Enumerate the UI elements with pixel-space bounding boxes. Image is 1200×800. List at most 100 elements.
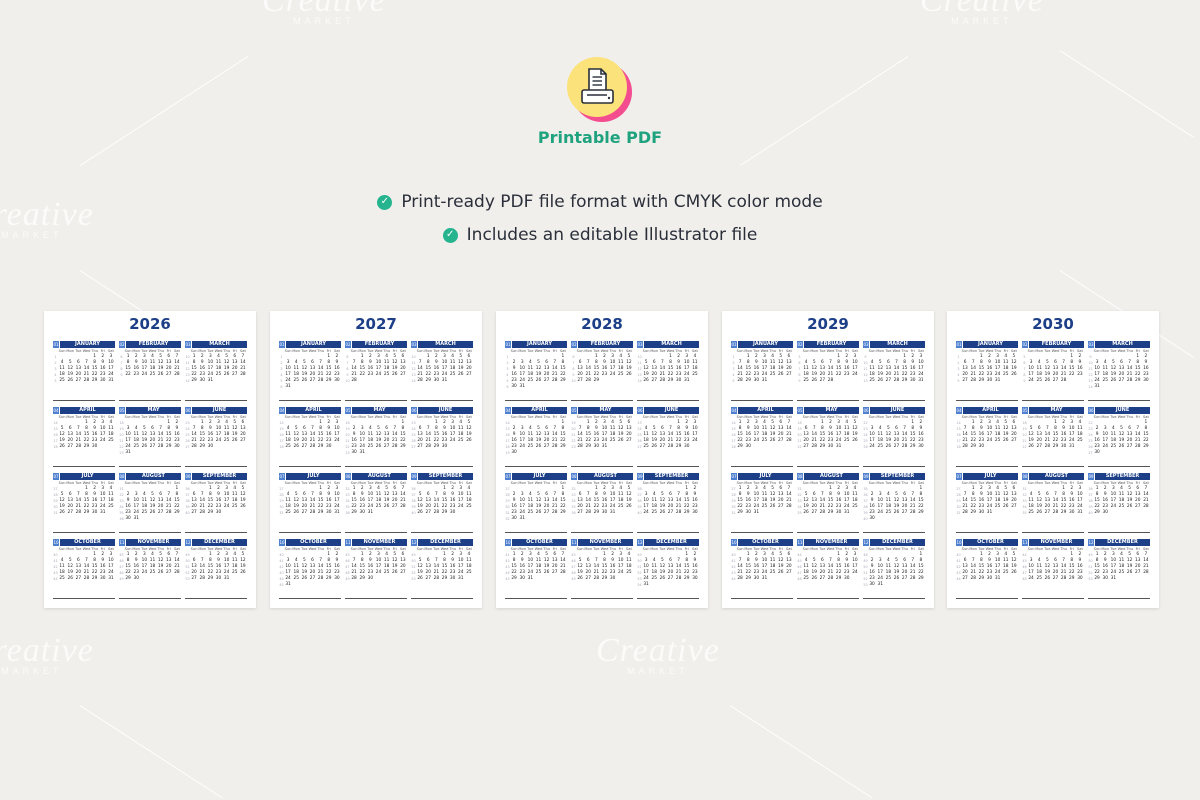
month-name: APRIL: [738, 407, 793, 414]
month-number: 05: [797, 407, 803, 414]
day-cell: [165, 516, 173, 522]
day-cell: [391, 576, 399, 582]
month-number: 11: [797, 539, 803, 546]
day-grid: 44 1 2 3 45 4 5 6 7 8 9 10 46 11 12 13 14 15 16 17 47 18 19 20 2…: [797, 552, 858, 581]
day-grid: 18 1 19 2 3 4 5 6 7 8 20 9 10 11 12 13 14 15 21 16 17 18 19 20 2…: [345, 420, 407, 456]
day-cell: [374, 510, 382, 516]
day-cell: 29: [910, 444, 916, 449]
day-cell: [1142, 384, 1150, 390]
day-cell: 28: [174, 372, 180, 377]
day-cell: [1010, 444, 1018, 450]
month-block: 03 MARCH Sun Mon Tue Wed Thu Fri Sat 10 1 2 3 4 11 5 6 7 8…: [637, 341, 699, 403]
day-cell: [691, 378, 699, 384]
day-cell: [1126, 510, 1134, 516]
day-cell: [625, 444, 633, 450]
day-grid: 22 1 2 23 3 4 5 6 7 8 9 24 10 11 12 13 14 15 16 25 17 18 19 20 2…: [863, 420, 924, 449]
day-cell: [358, 378, 366, 384]
month-number: 11: [119, 539, 125, 546]
day-cell: 29: [819, 444, 826, 449]
day-cell: 28: [199, 510, 205, 515]
month-number: 01: [731, 341, 737, 348]
day-cell: 28: [827, 378, 834, 383]
day-cell: [609, 378, 617, 384]
month-name: JANUARY: [286, 341, 341, 348]
month-block: 12 DECEMBER Sun Mon Tue Wed Thu Fri Sat 49 1 2 3 4 5 6 7…: [1088, 539, 1150, 601]
month-number: 08: [571, 473, 577, 480]
day-grid: 23 1 2 3 4 5 24 6 7 8 9 10 11 12 25 13 14 15 16 17 18 19 26 20 2…: [411, 420, 472, 449]
month-name: JUNE: [870, 407, 925, 414]
day-cell: [760, 444, 768, 450]
day-cell: [457, 510, 465, 516]
day-cell: [917, 582, 925, 588]
day-cell: 29: [317, 510, 324, 515]
month-grid: 01 JANUARY Sun Mon Tue Wed Thu Fri Sat 1 1 2 3 4 5 6 2 7 8…: [731, 341, 927, 601]
watermark-line: [1059, 50, 1195, 138]
month-block: 05 MAY Sun Mon Tue Wed Thu Fri Sat 18 1 2 3 4 5 19 6 7 8 9 1…: [797, 407, 859, 469]
month-number: 07: [279, 473, 285, 480]
watermark-line: [80, 56, 249, 166]
day-cell: 30: [433, 378, 440, 383]
day-cell: 30: [835, 510, 842, 515]
day-grid: 6 1 2 3 4 5 6 7 7 8 9 10 11 12 13 8 14 15 16 17 18 19 20 9 21 22 2…: [345, 354, 407, 384]
month-name: JUNE: [644, 407, 699, 414]
month-number: 10: [53, 539, 59, 546]
day-cell: [892, 516, 900, 522]
month-name: FEBRUARY: [804, 341, 859, 348]
day-grid: 40 1 2 3 4 5 6 41 7 8 9 10 11 12 13 42 14 15 16 17 18 19 20 43 2…: [731, 552, 792, 581]
month-name: FEBRUARY: [1029, 341, 1084, 348]
day-cell: 29: [684, 510, 690, 515]
day-cell: [526, 450, 534, 456]
day-cell: 26: [1044, 576, 1051, 581]
day-cell: [1126, 384, 1134, 390]
month-number: 05: [1022, 407, 1028, 414]
watermark: CreativeMARKET: [596, 632, 720, 676]
day-cell: [399, 378, 407, 384]
day-cell: [231, 444, 239, 450]
day-cell: [399, 450, 407, 456]
day-grid: 35 1 36 2 3 4 5 6 7 8 37 9 10 11 12 13 14 15 38 16 17 18 19 20 2…: [863, 486, 924, 522]
day-cell: 28: [199, 576, 205, 581]
month-number: 09: [185, 473, 191, 480]
day-cell: 31: [285, 384, 291, 389]
month-number: 04: [279, 407, 285, 414]
day-cell: 30: [1060, 444, 1067, 449]
day-cell: 31: [918, 378, 924, 383]
day-cell: 25: [285, 444, 291, 449]
day-cell: 27: [191, 576, 197, 581]
day-cell: [1126, 450, 1134, 456]
day-grid: 10 1 2 3 4 5 6 11 7 8 9 10 11 12 13 12 14 15 16 17 18 19 20 13 2…: [411, 354, 472, 383]
day-cell: [551, 450, 559, 456]
month-name: MAY: [804, 407, 859, 414]
day-cell: [308, 582, 316, 588]
day-cell: 26: [1028, 444, 1034, 449]
day-cell: 26: [643, 378, 649, 383]
month-number: 12: [1088, 539, 1094, 546]
day-cell: 31: [609, 510, 616, 515]
day-cell: 26: [577, 576, 583, 581]
month-grid: 01 JANUARY Sun Mon Tue Wed Thu Fri Sat 1 1 2 3 4 5 2 6 7 8…: [956, 341, 1152, 601]
month-number: 02: [571, 341, 577, 348]
month-block: 06 JUNE Sun Mon Tue Wed Thu Fri Sat 23 1 2 3 24 4 5 6 7 8 9…: [637, 407, 699, 469]
day-cell: [173, 450, 181, 456]
month-block: 11 NOVEMBER Sun Mon Tue Wed Thu Fri Sat 44 1 2 45 3 4 5…: [1022, 539, 1084, 601]
day-cell: 24: [141, 372, 148, 377]
day-cell: 30: [351, 450, 357, 455]
day-cell: 23: [133, 372, 139, 377]
month-block: 04 APRIL Sun Mon Tue Wed Thu Fri Sat 14 1 2 3 15 4 5 6 7 8…: [279, 407, 341, 469]
day-cell: 29: [970, 510, 976, 515]
month-name: DECEMBER: [870, 539, 925, 546]
day-grid: 27 1 28 2 3 4 5 6 7 8 29 9 10 11 12 13 14 15 30 16 17 18 19 20 2…: [505, 486, 566, 521]
month-name: SEPTEMBER: [418, 473, 473, 480]
day-grid: 48 1 49 2 3 4 5 6 7 8 50 9 10 11 12 13 14 15 51 16 17 18 19 20 2…: [863, 552, 925, 588]
day-cell: 30: [511, 516, 517, 521]
day-cell: 26: [59, 444, 65, 449]
day-cell: 30: [869, 582, 875, 587]
month-number: 01: [505, 341, 511, 348]
day-cell: [231, 576, 239, 582]
day-cell: [1002, 510, 1010, 516]
day-grid: 9 1 2 3 10 4 5 6 7 8 9 10 11 11 12 13 14 15 16 17 12 18 19 20 21…: [863, 354, 924, 383]
month-block: 07 JULY Sun Mon Tue Wed Thu Fri Sat 27 1 2 3 28 4 5 6 7 8 9…: [279, 473, 341, 535]
month-number: 07: [731, 473, 737, 480]
day-cell: [760, 510, 768, 516]
day-cell: 26: [877, 378, 883, 383]
